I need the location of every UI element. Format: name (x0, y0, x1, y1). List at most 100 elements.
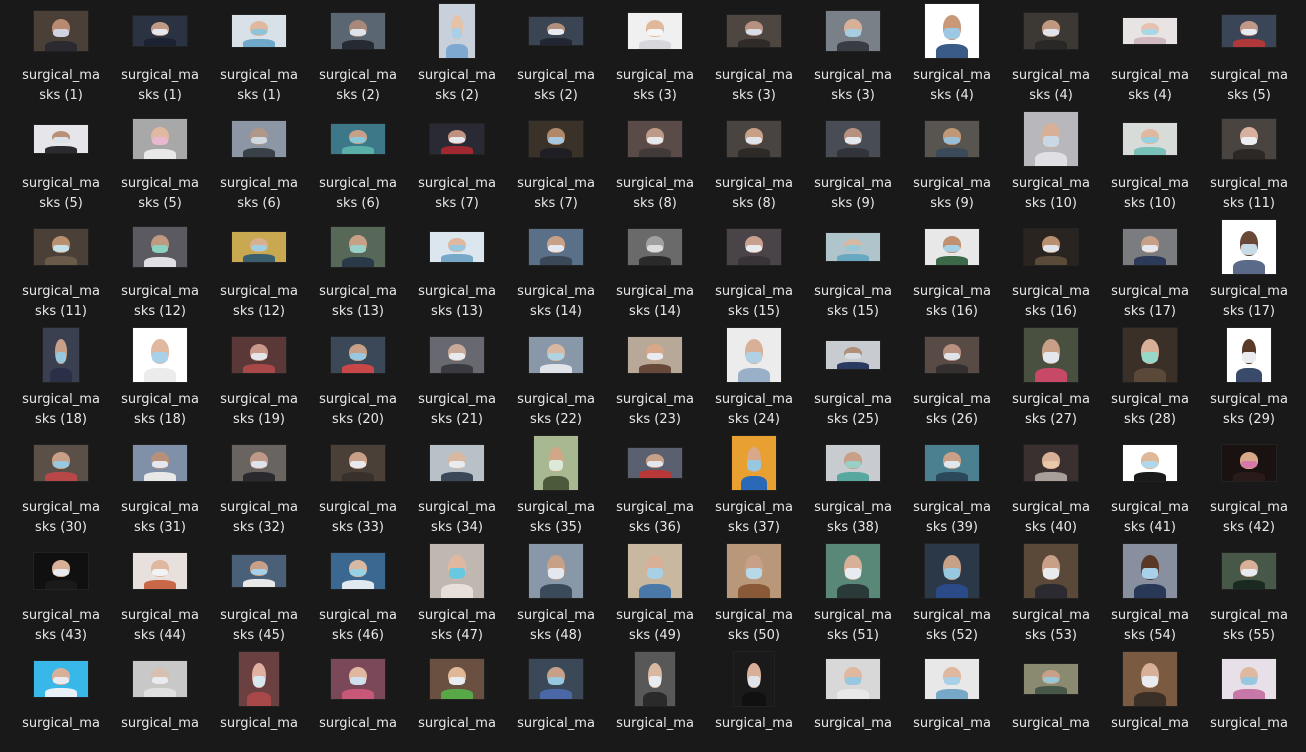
file-item[interactable]: surgical_ma sks (21) (412, 320, 502, 428)
file-item[interactable]: surgical_ma sks (47) (412, 536, 502, 644)
file-item[interactable]: surgical_ma sks (17) (1105, 212, 1195, 320)
thumbnail-person-body (341, 146, 375, 154)
file-name-line-1: surgical_ma (913, 716, 991, 731)
file-item[interactable]: surgical_ma sks (39) (907, 428, 997, 536)
file-item[interactable]: surgical_ma sks (48) (511, 536, 601, 644)
file-item[interactable]: surgical_ma (610, 644, 700, 752)
file-item[interactable]: surgical_ma sks (5) (16, 104, 106, 212)
file-item[interactable]: surgical_ma sks (3) (709, 0, 799, 104)
image-thumbnail (1024, 445, 1078, 481)
file-item[interactable]: surgical_ma sks (34) (412, 428, 502, 536)
file-item[interactable]: surgical_ma sks (45) (214, 536, 304, 644)
file-item[interactable]: surgical_ma sks (51) (808, 536, 898, 644)
file-item[interactable]: surgical_ma sks (19) (214, 320, 304, 428)
file-item[interactable]: surgical_ma sks (2) (313, 0, 403, 104)
file-item[interactable]: surgical_ma sks (28) (1105, 320, 1195, 428)
file-item[interactable]: surgical_ma (709, 644, 799, 752)
file-item[interactable]: surgical_ma sks (43) (16, 536, 106, 644)
file-item[interactable]: surgical_ma sks (31) (115, 428, 205, 536)
file-item[interactable]: surgical_ma sks (4) (1006, 0, 1096, 104)
file-item[interactable]: surgical_ma (1006, 644, 1096, 752)
file-item[interactable]: surgical_ma (412, 644, 502, 752)
file-item[interactable]: surgical_ma sks (6) (214, 104, 304, 212)
file-item[interactable]: surgical_ma sks (18) (16, 320, 106, 428)
file-item[interactable]: surgical_ma sks (10) (1006, 104, 1096, 212)
file-item[interactable]: surgical_ma sks (3) (808, 0, 898, 104)
file-item[interactable]: surgical_ma sks (26) (907, 320, 997, 428)
file-item[interactable]: surgical_ma sks (10) (1105, 104, 1195, 212)
file-item[interactable]: surgical_ma sks (12) (115, 212, 205, 320)
file-item[interactable]: surgical_ma sks (17) (1204, 212, 1294, 320)
file-item[interactable]: surgical_ma sks (27) (1006, 320, 1096, 428)
file-item[interactable]: surgical_ma sks (2) (511, 0, 601, 104)
file-item[interactable]: surgical_ma sks (20) (313, 320, 403, 428)
file-item[interactable]: surgical_ma sks (22) (511, 320, 601, 428)
file-item[interactable]: surgical_ma sks (40) (1006, 428, 1096, 536)
file-item[interactable]: surgical_ma sks (49) (610, 536, 700, 644)
file-item[interactable]: surgical_ma sks (14) (610, 212, 700, 320)
file-item[interactable]: surgical_ma sks (14) (511, 212, 601, 320)
file-item[interactable]: surgical_ma sks (41) (1105, 428, 1195, 536)
file-item[interactable]: surgical_ma sks (11) (1204, 104, 1294, 212)
file-item[interactable]: surgical_ma sks (1) (16, 0, 106, 104)
file-item[interactable]: surgical_ma sks (2) (412, 0, 502, 104)
file-item[interactable]: surgical_ma sks (1) (214, 0, 304, 104)
file-item[interactable]: surgical_ma sks (15) (709, 212, 799, 320)
file-item[interactable]: surgical_ma sks (52) (907, 536, 997, 644)
file-item[interactable]: surgical_ma sks (13) (313, 212, 403, 320)
file-item[interactable]: surgical_ma sks (16) (1006, 212, 1096, 320)
file-item[interactable]: surgical_ma (511, 644, 601, 752)
file-item[interactable]: surgical_ma sks (5) (1204, 0, 1294, 104)
file-item[interactable]: surgical_ma sks (13) (412, 212, 502, 320)
file-name-line-2: sks (4) (930, 88, 974, 103)
file-item[interactable]: surgical_ma (907, 644, 997, 752)
file-item[interactable]: surgical_ma (115, 644, 205, 752)
file-item[interactable]: surgical_ma sks (3) (610, 0, 700, 104)
file-item[interactable]: surgical_ma sks (9) (907, 104, 997, 212)
file-item[interactable]: surgical_ma (313, 644, 403, 752)
file-item[interactable]: surgical_ma sks (6) (313, 104, 403, 212)
file-item[interactable]: surgical_ma (808, 644, 898, 752)
thumbnail-person-body (446, 43, 468, 58)
file-item[interactable]: surgical_ma sks (12) (214, 212, 304, 320)
file-item[interactable]: surgical_ma (16, 644, 106, 752)
file-item[interactable]: surgical_ma sks (36) (610, 428, 700, 536)
file-item[interactable]: surgical_ma sks (46) (313, 536, 403, 644)
file-item[interactable]: surgical_ma sks (5) (115, 104, 205, 212)
file-item[interactable]: surgical_ma sks (44) (115, 536, 205, 644)
file-item[interactable]: surgical_ma sks (16) (907, 212, 997, 320)
file-item[interactable]: surgical_ma sks (32) (214, 428, 304, 536)
file-item[interactable]: surgical_ma sks (4) (907, 0, 997, 104)
file-item[interactable]: surgical_ma sks (38) (808, 428, 898, 536)
file-item[interactable]: surgical_ma sks (4) (1105, 0, 1195, 104)
file-item[interactable]: surgical_ma sks (1) (115, 0, 205, 104)
image-thumbnail (331, 553, 385, 589)
file-item[interactable]: surgical_ma sks (7) (511, 104, 601, 212)
file-item[interactable]: surgical_ma sks (7) (412, 104, 502, 212)
file-item[interactable]: surgical_ma sks (18) (115, 320, 205, 428)
file-item[interactable]: surgical_ma sks (11) (16, 212, 106, 320)
file-item[interactable]: surgical_ma (1105, 644, 1195, 752)
file-item[interactable]: surgical_ma sks (30) (16, 428, 106, 536)
file-item[interactable]: surgical_ma sks (25) (808, 320, 898, 428)
file-item[interactable]: surgical_ma sks (23) (610, 320, 700, 428)
file-name-line-2: sks (37) (728, 520, 780, 535)
file-item[interactable]: surgical_ma sks (50) (709, 536, 799, 644)
file-item[interactable]: surgical_ma sks (54) (1105, 536, 1195, 644)
thumbnail-mask (1240, 568, 1258, 577)
thumbnail-mask (52, 676, 70, 685)
file-item[interactable]: surgical_ma sks (15) (808, 212, 898, 320)
file-item[interactable]: surgical_ma (214, 644, 304, 752)
file-item[interactable]: surgical_ma sks (35) (511, 428, 601, 536)
file-item[interactable]: surgical_ma sks (37) (709, 428, 799, 536)
file-item[interactable]: surgical_ma sks (53) (1006, 536, 1096, 644)
file-item[interactable]: surgical_ma sks (29) (1204, 320, 1294, 428)
file-item[interactable]: surgical_ma sks (33) (313, 428, 403, 536)
file-item[interactable]: surgical_ma sks (8) (610, 104, 700, 212)
file-item[interactable]: surgical_ma (1204, 644, 1294, 752)
file-item[interactable]: surgical_ma sks (24) (709, 320, 799, 428)
file-item[interactable]: surgical_ma sks (9) (808, 104, 898, 212)
file-item[interactable]: surgical_ma sks (8) (709, 104, 799, 212)
file-item[interactable]: surgical_ma sks (55) (1204, 536, 1294, 644)
file-item[interactable]: surgical_ma sks (42) (1204, 428, 1294, 536)
